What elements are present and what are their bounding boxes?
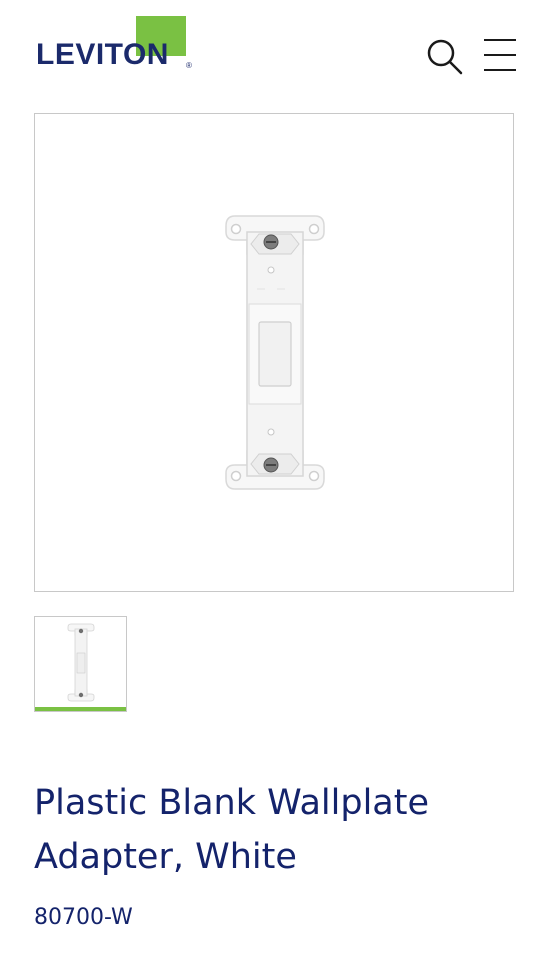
product-main-image[interactable]: [34, 113, 514, 592]
blank-wallplate-adapter-image: [225, 215, 325, 490]
product-sku: 80700-W: [34, 905, 133, 930]
blank-wallplate-adapter-thumbnail: [67, 623, 95, 702]
thumbnail-selected-indicator: [35, 707, 126, 711]
product-thumbnail[interactable]: [34, 616, 127, 712]
site-header: LEVITON ®: [0, 0, 550, 100]
search-icon: [427, 39, 463, 75]
hamburger-menu-icon: [484, 39, 516, 71]
menu-button[interactable]: [482, 36, 518, 76]
product-title: Plastic Blank Wallplate Adapter, White: [34, 783, 429, 877]
search-button[interactable]: [424, 36, 464, 76]
leviton-logo[interactable]: LEVITON ®: [36, 16, 196, 72]
logo-text: LEVITON: [36, 38, 169, 71]
logo-registered-mark: ®: [186, 61, 192, 70]
